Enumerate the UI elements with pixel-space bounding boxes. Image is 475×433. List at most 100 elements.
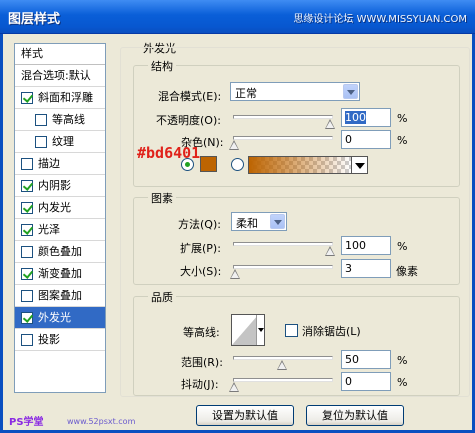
blend-mode-label: 混合模式(E): xyxy=(158,90,222,103)
opacity-label: 不透明度(O): xyxy=(156,114,221,127)
structure-legend: 结构 xyxy=(148,58,176,74)
style-checkbox[interactable] xyxy=(35,136,47,148)
range-value: 50 xyxy=(345,353,359,366)
noise-slider[interactable] xyxy=(233,136,333,140)
style-checkbox[interactable] xyxy=(35,114,47,126)
style-item[interactable]: 纹理 xyxy=(15,131,105,153)
jitter-label: 抖动(J): xyxy=(181,378,219,391)
size-input[interactable]: 3 xyxy=(341,259,391,278)
spread-label: 扩展(P): xyxy=(180,242,221,255)
footer-watermark-url: www.52psxt.com xyxy=(67,417,136,426)
style-checkbox[interactable] xyxy=(21,180,33,192)
style-item[interactable]: 等高线 xyxy=(15,109,105,131)
opacity-unit: % xyxy=(397,112,408,125)
contour-dropdown-icon[interactable] xyxy=(256,315,264,345)
glow-gradient-swatch[interactable] xyxy=(248,156,352,174)
jitter-value: 0 xyxy=(345,375,352,388)
style-checkbox[interactable] xyxy=(21,290,33,302)
style-item[interactable]: 图案叠加 xyxy=(15,285,105,307)
method-select[interactable]: 柔和 xyxy=(231,212,287,231)
contour-picker[interactable] xyxy=(231,314,265,346)
noise-value: 0 xyxy=(345,133,352,146)
style-item-label: 颜色叠加 xyxy=(38,245,82,258)
blend-mode-value: 正常 xyxy=(235,87,257,100)
size-unit: 像素 xyxy=(396,265,418,278)
style-item-label: 渐变叠加 xyxy=(38,267,82,280)
chevron-down-icon xyxy=(343,84,358,99)
opacity-value: 100 xyxy=(345,111,366,124)
style-checkbox[interactable] xyxy=(21,312,33,324)
style-item[interactable]: 光泽 xyxy=(15,219,105,241)
method-label: 方法(Q): xyxy=(178,218,221,231)
style-checkbox[interactable] xyxy=(21,158,33,170)
style-checkbox[interactable] xyxy=(21,92,33,104)
opacity-slider[interactable] xyxy=(233,115,333,119)
style-item-label: 描边 xyxy=(38,157,60,170)
gradient-dropdown-icon[interactable] xyxy=(351,156,368,174)
opacity-input[interactable]: 100 xyxy=(341,108,391,127)
style-item-label: 外发光 xyxy=(38,311,71,324)
style-item-label: 图案叠加 xyxy=(38,289,82,302)
jitter-input[interactable]: 0 xyxy=(341,372,391,391)
reset-default-button[interactable]: 复位为默认值 xyxy=(306,405,404,426)
style-checkbox[interactable] xyxy=(21,268,33,280)
style-item-label: 斜面和浮雕 xyxy=(38,91,93,104)
glow-color-swatch[interactable] xyxy=(200,156,217,172)
style-checkbox[interactable] xyxy=(21,334,33,346)
set-default-button[interactable]: 设置为默认值 xyxy=(196,405,294,426)
watermark-text: 思缘设计论坛 WWW.MISSYUAN.COM xyxy=(293,14,467,25)
style-item[interactable]: 斜面和浮雕 xyxy=(15,87,105,109)
size-slider[interactable] xyxy=(233,265,333,269)
method-value: 柔和 xyxy=(236,217,258,230)
style-checkbox[interactable] xyxy=(21,224,33,236)
antialias-label[interactable]: 消除锯齿(L) xyxy=(302,323,361,339)
style-item[interactable]: 内发光 xyxy=(15,197,105,219)
spread-value: 100 xyxy=(345,239,366,252)
style-item[interactable]: 投影 xyxy=(15,329,105,351)
quality-legend: 品质 xyxy=(148,289,176,305)
style-item-label: 内阴影 xyxy=(38,179,71,192)
window-title: 图层样式 xyxy=(8,12,61,27)
gradient-radio[interactable] xyxy=(231,158,244,171)
blend-options-item[interactable]: 混合选项:默认 xyxy=(15,65,105,87)
noise-unit: % xyxy=(397,134,408,147)
style-item-label: 等高线 xyxy=(52,113,85,126)
styles-header[interactable]: 样式 xyxy=(15,44,105,65)
size-label: 大小(S): xyxy=(180,265,222,278)
elements-legend: 图素 xyxy=(148,190,176,206)
style-item[interactable]: 外发光 xyxy=(15,307,105,329)
range-label: 范围(R): xyxy=(181,356,223,369)
jitter-unit: % xyxy=(397,376,408,389)
spread-input[interactable]: 100 xyxy=(341,236,391,255)
chevron-down-icon xyxy=(270,214,285,229)
spread-slider-thumb[interactable] xyxy=(325,246,335,256)
style-checkbox[interactable] xyxy=(21,246,33,258)
opacity-slider-thumb[interactable] xyxy=(325,119,335,129)
size-slider-thumb[interactable] xyxy=(230,269,240,279)
style-item-label: 内发光 xyxy=(38,201,71,214)
style-item-label: 纹理 xyxy=(52,135,74,148)
spread-unit: % xyxy=(397,240,408,253)
style-item-label: 光泽 xyxy=(38,223,60,236)
spread-slider[interactable] xyxy=(233,242,333,246)
footer-watermark: PS学堂 xyxy=(9,417,44,428)
blend-mode-select[interactable]: 正常 xyxy=(230,82,360,101)
antialias-checkbox[interactable] xyxy=(285,324,298,337)
range-slider-thumb[interactable] xyxy=(277,360,287,370)
style-item[interactable]: 颜色叠加 xyxy=(15,241,105,263)
dialog-client: 样式 混合选项:默认 斜面和浮雕 等高线 纹理 描边 内阴影 内发光 光泽 颜色叠加 渐变叠加图… xyxy=(0,34,475,433)
noise-slider-thumb[interactable] xyxy=(229,140,239,150)
noise-input[interactable]: 0 xyxy=(341,130,391,149)
contour-curve-icon xyxy=(232,315,258,345)
range-unit: % xyxy=(397,354,408,367)
jitter-slider-thumb[interactable] xyxy=(229,382,239,392)
style-item[interactable]: 内阴影 xyxy=(15,175,105,197)
style-item[interactable]: 描边 xyxy=(15,153,105,175)
style-item[interactable]: 渐变叠加 xyxy=(15,263,105,285)
solid-color-radio[interactable] xyxy=(181,158,194,171)
jitter-slider[interactable] xyxy=(233,378,333,382)
contour-label: 等高线: xyxy=(183,326,220,339)
range-input[interactable]: 50 xyxy=(341,350,391,369)
style-checkbox[interactable] xyxy=(21,202,33,214)
styles-list: 样式 混合选项:默认 斜面和浮雕等高线纹理描边内阴影内发光光泽颜色叠加渐变叠加图… xyxy=(14,43,106,393)
